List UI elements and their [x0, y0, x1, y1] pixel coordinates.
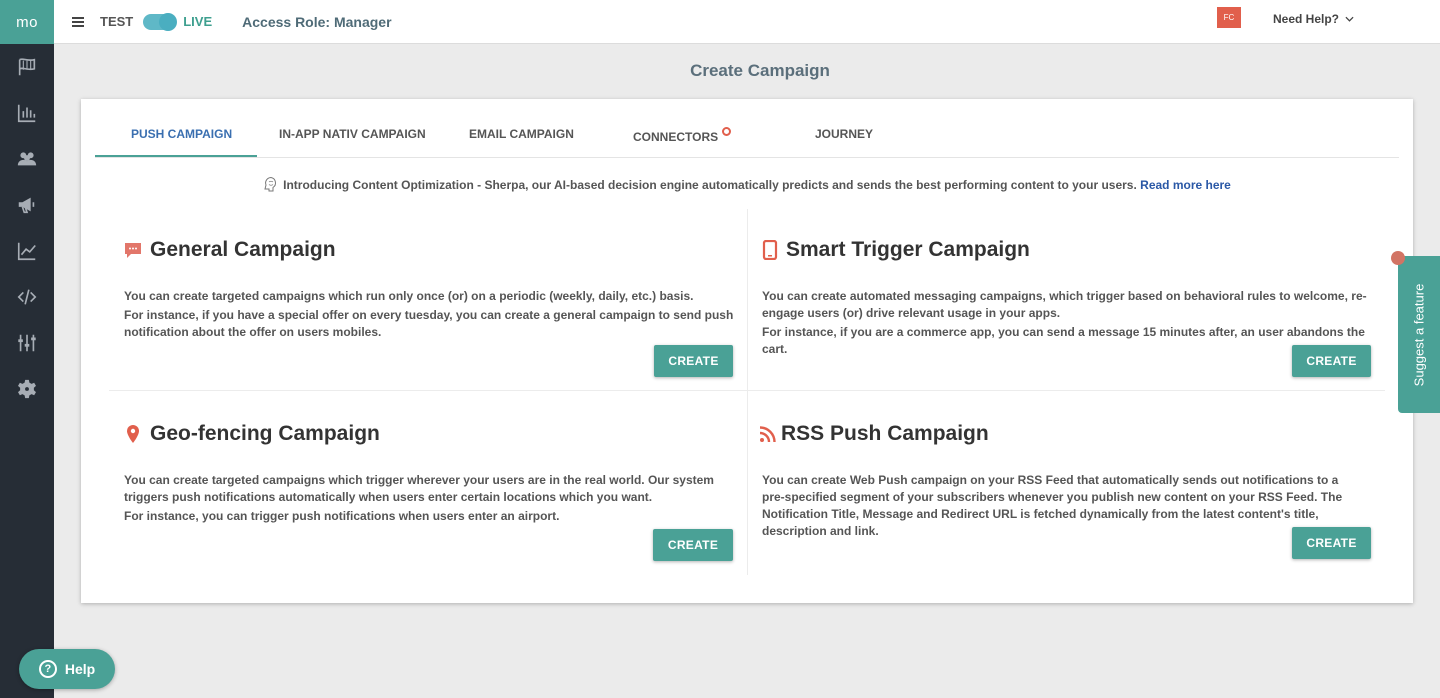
trend-line-icon[interactable]: [0, 228, 54, 274]
vertical-divider: [747, 209, 748, 575]
smart-trigger-title: Smart Trigger Campaign: [762, 237, 1372, 263]
code-icon[interactable]: [0, 274, 54, 320]
geo-fencing-create-button[interactable]: CREATE: [653, 529, 733, 561]
general-campaign-desc-2: For instance, if you have a special offe…: [124, 308, 734, 339]
general-campaign-desc-1: You can create targeted campaigns which …: [124, 289, 694, 303]
intro-text: Introducing Content Optimization - Sherp…: [283, 178, 1137, 192]
need-help-label: Need Help?: [1273, 12, 1340, 26]
smart-trigger-section: Smart Trigger Campaign You can create au…: [762, 237, 1372, 358]
smart-trigger-desc-2: For instance, if you are a commerce app,…: [762, 325, 1365, 356]
active-tab-indicator: [95, 155, 257, 157]
smart-trigger-title-text: Smart Trigger Campaign: [786, 238, 1030, 261]
env-toggle[interactable]: [143, 12, 178, 31]
env-test-label: TEST: [100, 14, 134, 29]
sliders-icon[interactable]: [0, 320, 54, 366]
brain-icon: [264, 176, 277, 192]
tab-bar: PUSH CAMPAIGN IN-APP NATIV CAMPAIGN EMAI…: [95, 99, 1399, 158]
geo-fencing-title: Geo-fencing Campaign: [124, 421, 734, 447]
tab-connectors-label: CONNECTORS: [633, 130, 719, 144]
intro-banner: Introducing Content Optimization - Sherp…: [81, 176, 1413, 192]
smart-trigger-desc-1: You can create automated messaging campa…: [762, 289, 1367, 320]
tab-connectors[interactable]: CONNECTORS: [633, 127, 732, 144]
bar-chart-icon[interactable]: [0, 90, 54, 136]
access-role: Access Role: Manager: [242, 13, 392, 30]
sidebar: mo: [0, 0, 54, 698]
suggest-feature-dot: [1391, 251, 1405, 265]
rss-push-create-button[interactable]: CREATE: [1292, 527, 1371, 559]
users-icon[interactable]: [0, 136, 54, 182]
geo-fencing-title-text: Geo-fencing Campaign: [150, 422, 380, 445]
mobile-phone-icon: [762, 240, 778, 260]
campaign-card: PUSH CAMPAIGN IN-APP NATIV CAMPAIGN EMAI…: [81, 99, 1413, 603]
env-live-label: LIVE: [183, 14, 213, 29]
help-label: Help: [64, 661, 96, 677]
rss-push-title: RSS Push Campaign: [759, 421, 1359, 447]
general-create-button[interactable]: CREATE: [654, 345, 733, 377]
smart-trigger-create-button[interactable]: CREATE: [1292, 345, 1371, 377]
chat-bubble-icon: [124, 241, 142, 259]
question-mark-icon: ?: [38, 660, 57, 678]
rss-push-section: RSS Push Campaign You can create Web Pus…: [759, 421, 1359, 540]
flag-icon[interactable]: [0, 44, 54, 90]
settings-icon[interactable]: [0, 366, 54, 412]
notification-dot-icon: [722, 127, 732, 136]
toggle-knob: [159, 12, 178, 31]
suggest-feature-label: Suggest a feature: [1411, 283, 1427, 386]
tab-push-campaign[interactable]: PUSH CAMPAIGN: [131, 127, 232, 141]
rss-push-title-text: RSS Push Campaign: [781, 422, 989, 445]
horizontal-divider: [109, 390, 1385, 391]
tab-in-app-campaign[interactable]: IN-APP NATIV CAMPAIGN: [279, 127, 426, 141]
rss-push-desc: You can create Web Push campaign on your…: [762, 473, 1343, 538]
avatar[interactable]: FC: [1217, 7, 1241, 28]
read-more-link[interactable]: Read more here: [1140, 178, 1231, 192]
chevron-down-icon: [1345, 16, 1354, 22]
geo-fencing-desc-1: You can create targeted campaigns which …: [124, 473, 714, 504]
rss-icon: [759, 425, 777, 443]
tab-journey[interactable]: JOURNEY: [815, 127, 873, 141]
tab-email-campaign[interactable]: EMAIL CAMPAIGN: [469, 127, 574, 141]
general-campaign-title: General Campaign: [124, 237, 734, 263]
page-title: Create Campaign: [690, 61, 830, 80]
logo[interactable]: mo: [0, 0, 54, 44]
general-campaign-title-text: General Campaign: [150, 238, 336, 261]
geo-fencing-desc-2: For instance, you can trigger push notif…: [124, 509, 560, 523]
map-pin-icon: [124, 424, 142, 444]
top-bar: TEST LIVE Access Role: Manager FC Need H…: [54, 0, 1440, 44]
general-campaign-section: General Campaign You can create targeted…: [124, 237, 734, 341]
suggest-feature-tab[interactable]: Suggest a feature: [1398, 256, 1440, 413]
geo-fencing-section: Geo-fencing Campaign You can create targ…: [124, 421, 734, 525]
hamburger-menu-icon[interactable]: [72, 16, 84, 27]
need-help-dropdown[interactable]: Need Help?: [1273, 12, 1354, 26]
megaphone-icon[interactable]: [0, 182, 54, 228]
help-button[interactable]: ? Help: [19, 649, 115, 689]
